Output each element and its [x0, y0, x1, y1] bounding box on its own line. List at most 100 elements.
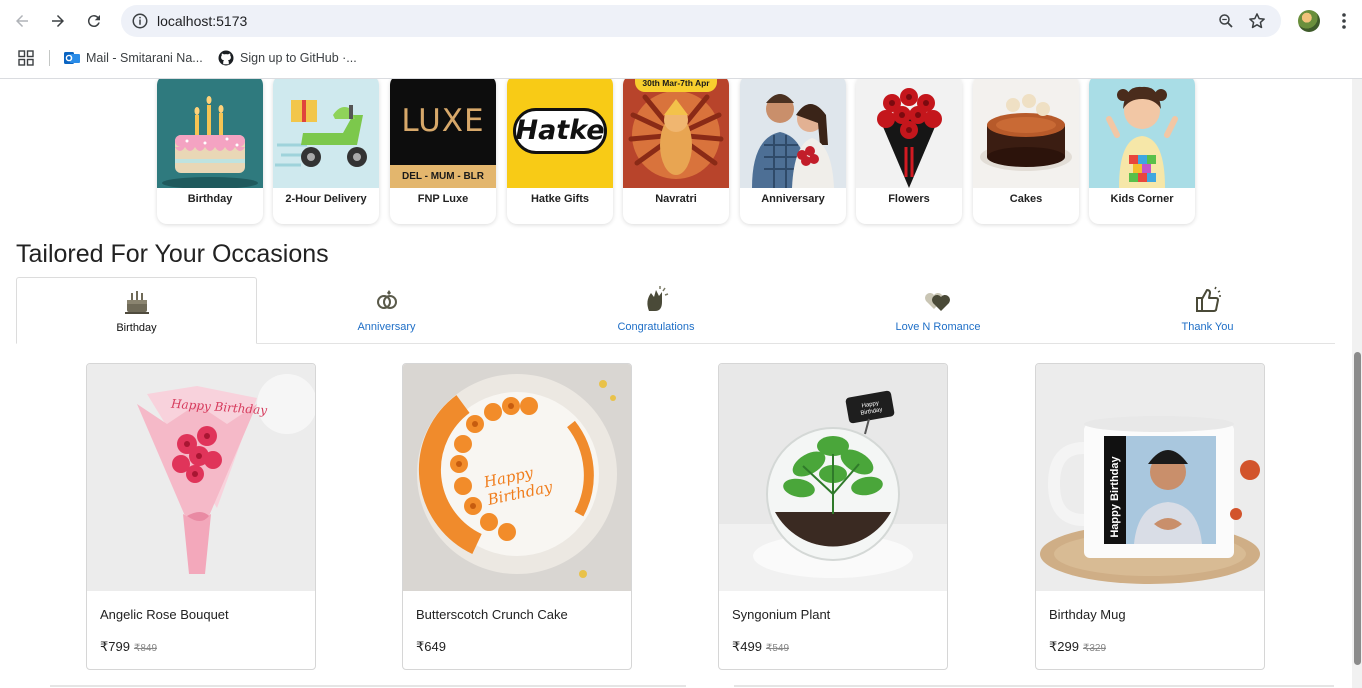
luxe-logo: LUXE DEL - MUM - BLR — [390, 79, 496, 188]
more-menu-icon[interactable] — [1335, 11, 1353, 31]
tab-thank-you[interactable]: Thank You — [1080, 277, 1335, 343]
category-card-hatke-gifts[interactable]: Hatke Hatke Gifts — [507, 79, 613, 224]
product-price: ₹649 — [416, 639, 446, 654]
durga-icon: 30th Mar-7th Apr — [623, 79, 729, 188]
product-card-birthday-mug[interactable]: Happy Birthday Birthday Mug ₹299 ₹329 — [1035, 363, 1265, 670]
url-text[interactable]: localhost:5173 — [157, 13, 247, 29]
category-card-anniversary[interactable]: Anniversary — [740, 79, 846, 224]
product-card-syngonium-plant[interactable]: Happy Birthday Syngonium Plant ₹499 ₹549 — [718, 363, 948, 670]
browser-chrome: localhost:5173 Mail - Smitarani Na... Si… — [0, 0, 1362, 79]
terrarium-plant-image: Happy Birthday — [719, 364, 947, 591]
tab-label: Love N Romance — [895, 321, 981, 333]
tab-label: Congratulations — [617, 321, 695, 333]
product-price-block: ₹499 ₹549 — [732, 639, 789, 655]
page-viewport: Birthday 2-Hour Delivery LUXE DEL - MUM … — [0, 79, 1352, 688]
photo-mug-image: Happy Birthday — [1036, 364, 1264, 591]
navratri-date-banner: 30th Mar-7th Apr — [635, 79, 717, 92]
clap-icon — [647, 286, 669, 311]
product-price: ₹799 — [100, 639, 130, 654]
bookmark-star-icon[interactable] — [1247, 11, 1267, 31]
butterscotch-cake-image: Happy Birthday — [403, 364, 631, 591]
category-label: Flowers — [888, 193, 930, 205]
mug-print-text: Happy Birthday — [1109, 456, 1121, 538]
tab-label: Birthday — [116, 322, 157, 334]
tab-label: Thank You — [1181, 321, 1234, 333]
product-price-block: ₹299 ₹329 — [1049, 639, 1106, 655]
tab-birthday[interactable]: Birthday — [16, 277, 257, 344]
category-label: FNP Luxe — [417, 193, 469, 205]
product-name: Butterscotch Crunch Cake — [416, 607, 568, 622]
couple-icon — [740, 79, 846, 188]
profile-avatar[interactable] — [1298, 10, 1320, 32]
category-card-navratri[interactable]: 30th Mar-7th Apr Navratri — [623, 79, 729, 224]
product-price: ₹499 — [732, 639, 762, 654]
back-button[interactable] — [9, 8, 35, 34]
category-card-birthday[interactable]: Birthday — [157, 79, 263, 224]
birthday-cake-icon — [157, 79, 263, 188]
kid-icon — [1089, 79, 1195, 188]
bookmark-label: Sign up to GitHub ·... — [240, 51, 357, 65]
divider — [50, 685, 686, 687]
category-label: Cakes — [1009, 193, 1043, 205]
product-mrp: ₹849 — [133, 643, 158, 654]
product-price-block: ₹649 — [416, 639, 446, 655]
page-scrollbar[interactable] — [1352, 79, 1362, 688]
product-price-block: ₹799 ₹849 — [100, 639, 157, 655]
product-card-butterscotch-crunch-cake[interactable]: Happy Birthday Butterscotch Crunch Cake … — [402, 363, 632, 670]
section-title: Tailored For Your Occasions — [16, 240, 329, 268]
bookmark-mail[interactable]: Mail - Smitarani Na... — [64, 49, 203, 67]
category-label: 2-Hour Delivery — [285, 193, 367, 205]
scooter-icon — [273, 79, 379, 188]
apps-grid-icon[interactable] — [18, 50, 34, 66]
arrow-right-icon — [52, 15, 64, 27]
product-card-angelic-rose-bouquet[interactable]: Happy Birthday Angelic Rose Bouquet ₹799… — [86, 363, 316, 670]
hatke-logo: Hatke — [507, 79, 613, 188]
address-bar[interactable]: localhost:5173 — [121, 5, 1281, 37]
product-mrp: ₹549 — [765, 643, 790, 654]
divider — [734, 685, 1334, 687]
info-icon[interactable] — [131, 12, 149, 30]
hatke-logo-text: Hatke — [515, 115, 605, 146]
tab-love-n-romance[interactable]: Love N Romance — [796, 277, 1080, 343]
category-card-flowers[interactable]: Flowers — [856, 79, 962, 224]
scrollbar-thumb[interactable] — [1354, 352, 1361, 665]
tab-congratulations[interactable]: Congratulations — [516, 277, 796, 343]
category-card-cakes[interactable]: Cakes — [973, 79, 1079, 224]
luxe-cities-banner: DEL - MUM - BLR — [390, 165, 496, 188]
occasion-tabs: Birthday Anniversary Congratulations Lov… — [16, 277, 1335, 344]
forward-button[interactable] — [45, 8, 71, 34]
rose-bouquet-icon — [856, 79, 962, 188]
cake-icon — [124, 291, 149, 314]
product-price: ₹299 — [1049, 639, 1079, 654]
reload-icon — [87, 15, 100, 28]
category-card-fnp-luxe[interactable]: LUXE DEL - MUM - BLR FNP Luxe — [390, 79, 496, 224]
product-name: Syngonium Plant — [732, 607, 831, 622]
category-label: Kids Corner — [1110, 193, 1174, 205]
category-label: Hatke Gifts — [530, 193, 590, 205]
tab-anniversary[interactable]: Anniversary — [257, 277, 516, 343]
tab-label: Anniversary — [357, 321, 416, 333]
category-card-2-hour-delivery[interactable]: 2-Hour Delivery — [273, 79, 379, 224]
hearts-icon — [925, 293, 950, 311]
bookmark-label: Mail - Smitarani Na... — [86, 51, 203, 65]
bookmarks-bar: Mail - Smitarani Na... Sign up to GitHub… — [0, 44, 1362, 72]
pink-rose-bouquet-image: Happy Birthday — [87, 364, 315, 591]
reload-button[interactable] — [81, 8, 107, 34]
category-label: Birthday — [187, 193, 233, 205]
product-name: Birthday Mug — [1049, 607, 1126, 622]
arrow-left-icon — [16, 15, 28, 27]
chocolate-cake-icon — [973, 79, 1079, 188]
zoom-icon[interactable] — [1217, 12, 1235, 30]
product-mrp: ₹329 — [1082, 643, 1107, 654]
github-icon — [218, 50, 234, 66]
category-card-kids-corner[interactable]: Kids Corner — [1089, 79, 1195, 224]
bookmark-separator — [49, 50, 50, 66]
category-label: Anniversary — [761, 193, 825, 205]
rings-icon — [376, 290, 397, 309]
luxe-logo-text: LUXE — [401, 103, 485, 139]
outlook-icon — [64, 52, 80, 64]
bookmark-github[interactable]: Sign up to GitHub ·... — [218, 49, 357, 67]
thumbs-up-icon — [1195, 286, 1221, 312]
product-name: Angelic Rose Bouquet — [100, 607, 229, 622]
category-label: Navratri — [655, 193, 697, 205]
